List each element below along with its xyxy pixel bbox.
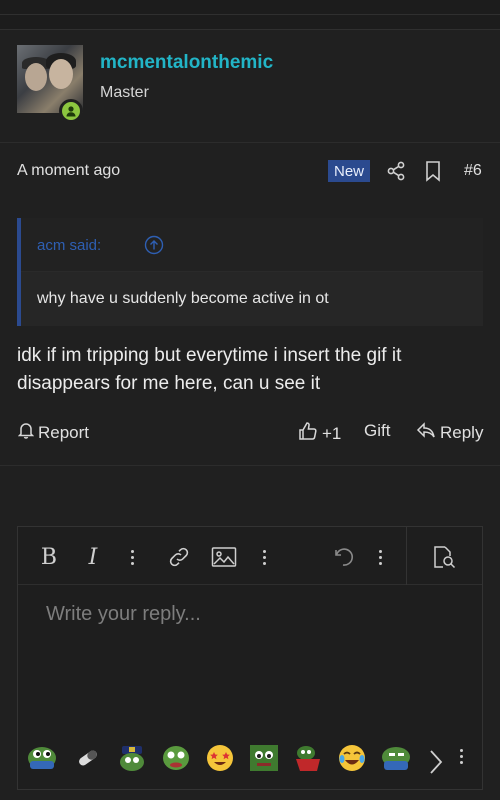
emoji-crying-laughing-icon[interactable] <box>336 743 368 773</box>
emoji-pepe-blue-icon[interactable] <box>380 743 412 773</box>
thumbs-up-icon <box>298 421 318 446</box>
bookmark-icon[interactable] <box>425 160 441 182</box>
username[interactable]: mcmentalonthemic <box>100 52 273 74</box>
emoji-police-pepe-icon[interactable] <box>116 743 148 773</box>
post-message: idk if im tripping but everytime i inser… <box>17 345 402 394</box>
divider <box>0 14 500 15</box>
italic-button[interactable]: I <box>82 544 104 570</box>
preview-icon[interactable] <box>430 544 458 570</box>
gift-button[interactable]: Gift <box>364 421 390 441</box>
reply-arrow-icon <box>416 421 436 444</box>
emoji-pepe-feels-icon[interactable] <box>248 743 280 773</box>
more-text-options-icon[interactable] <box>126 544 138 570</box>
toolbar-divider <box>406 527 407 585</box>
bell-icon <box>17 421 35 444</box>
bold-button[interactable]: B <box>38 544 60 570</box>
reply-input[interactable]: Write your reply... <box>46 603 201 626</box>
editor-toolbar: B I <box>18 527 482 585</box>
emoji-pepe-red-icon[interactable] <box>292 743 324 773</box>
new-badge: New <box>328 160 370 182</box>
more-insert-options-icon[interactable] <box>258 544 270 570</box>
emoji-pepe-smug-icon[interactable] <box>160 743 192 773</box>
share-icon[interactable] <box>386 161 406 181</box>
post-timestamp[interactable]: A moment ago <box>17 162 120 180</box>
more-edit-options-icon[interactable] <box>374 544 386 570</box>
reply-button[interactable]: Reply <box>416 421 483 444</box>
link-icon[interactable] <box>166 544 192 570</box>
go-to-quote-icon[interactable] <box>144 235 164 255</box>
reply-label: Reply <box>440 422 484 442</box>
top-bar <box>0 0 500 30</box>
quote-block: acm said: why have u suddenly become act… <box>17 218 483 326</box>
user-title: Master <box>100 84 149 101</box>
emoji-star-struck-icon[interactable] <box>204 743 236 773</box>
reply-editor: B I Write your reply... <box>17 526 483 790</box>
undo-icon[interactable] <box>330 544 356 570</box>
chevron-right-icon[interactable] <box>428 749 444 780</box>
more-vertical-icon[interactable] <box>460 749 463 764</box>
emoji-pill-icon[interactable] <box>72 743 104 773</box>
quote-author[interactable]: acm said: <box>37 237 101 254</box>
online-status-icon <box>59 99 83 123</box>
emoji-bar <box>18 739 482 783</box>
quote-text: why have u suddenly become active in ot <box>37 290 329 307</box>
like-button[interactable]: +1 <box>298 421 341 446</box>
like-count: +1 <box>322 423 342 443</box>
image-icon[interactable] <box>210 544 238 570</box>
post-number-link[interactable]: #6 <box>464 162 482 180</box>
emoji-pepe-icon[interactable] <box>26 743 58 773</box>
report-button[interactable]: Report <box>17 421 90 444</box>
report-label: Report <box>38 422 90 442</box>
